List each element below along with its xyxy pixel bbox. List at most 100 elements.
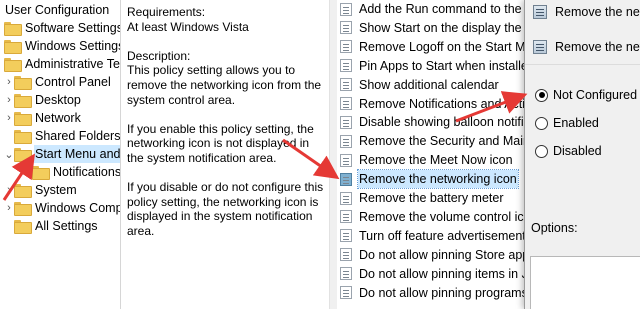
chevron-down-icon[interactable]: ⌄ xyxy=(4,145,14,163)
setting-row[interactable]: Pin Apps to Start when installed xyxy=(338,57,528,75)
setting-row[interactable]: Turn off feature advertisement balloon n… xyxy=(338,227,528,245)
tree-item-label: Notifications xyxy=(53,165,120,179)
tree-item-label: Control Panel xyxy=(35,75,111,89)
setting-row[interactable]: Do not allow pinning items in Jump Lists xyxy=(338,265,528,283)
setting-row[interactable]: Add the Run command to the Start Menu xyxy=(338,0,528,18)
tree-item[interactable]: › System xyxy=(4,181,120,199)
folder-icon xyxy=(14,220,32,234)
radio-not-configured[interactable]: Not Configured xyxy=(535,86,637,104)
tree-item-label: System xyxy=(35,183,77,197)
policy-setting-icon xyxy=(340,172,352,186)
dialog-title-bar: Remove the networking icon xyxy=(533,2,640,22)
options-panel xyxy=(530,256,640,309)
policy-icon xyxy=(533,5,547,19)
tree-item[interactable]: Notifications xyxy=(22,163,120,181)
chevron-right-icon[interactable]: › xyxy=(4,91,14,109)
tree-item[interactable]: All Settings xyxy=(4,217,120,235)
description-scrollbar[interactable] xyxy=(329,0,337,309)
folder-icon xyxy=(14,76,32,90)
setting-row[interactable]: Remove the Security and Maintenance icon xyxy=(338,132,528,150)
policy-setting-dialog: Remove the networking icon Remove the ne… xyxy=(524,0,640,309)
policy-setting-icon xyxy=(340,2,352,16)
tree-item[interactable]: › Network xyxy=(4,109,120,127)
policy-setting-icon xyxy=(340,267,352,281)
settings-list: Add the Run command to the Start Menu Sho… xyxy=(338,0,528,309)
folder-icon xyxy=(32,166,50,180)
tree-item-label: Windows Settings xyxy=(25,39,120,53)
tree-item-label: Network xyxy=(35,111,81,125)
folder-icon xyxy=(14,112,32,126)
chevron-right-icon[interactable]: › xyxy=(4,181,14,199)
setting-row[interactable]: Do not allow pinning programs to the Tas… xyxy=(338,284,528,302)
setting-label: Show additional calendar xyxy=(359,77,499,92)
folder-icon xyxy=(14,202,32,216)
requirements-value: At least Windows Vista xyxy=(127,19,249,34)
setting-label: Disable showing balloon notifications xyxy=(359,115,528,130)
setting-row[interactable]: Remove Notifications and Action Center xyxy=(338,95,528,113)
tree-item[interactable]: › Windows Components xyxy=(4,199,120,217)
disable-paragraph: If you disable or do not configure this … xyxy=(127,180,324,238)
policy-setting-icon xyxy=(340,248,352,262)
description-label: Description: xyxy=(127,48,191,63)
setting-row[interactable]: Remove Logoff on the Start Menu xyxy=(338,38,528,56)
tree-item[interactable]: Administrative Templates xyxy=(4,55,120,73)
setting-label: Remove the networking icon xyxy=(357,169,519,190)
tree-item-label: Shared Folders xyxy=(35,129,120,143)
setting-label: Turn off feature advertisement balloon n… xyxy=(359,228,528,243)
tree-item[interactable]: User Configuration xyxy=(0,1,120,19)
setting-row[interactable]: Remove the volume control icon xyxy=(338,208,528,226)
tree-item-label: Software Settings xyxy=(25,21,120,35)
tree-item[interactable]: Shared Folders xyxy=(4,127,120,145)
radio-button[interactable] xyxy=(535,144,548,158)
options-label: Options: xyxy=(531,221,578,235)
policy-icon xyxy=(533,40,547,54)
tree-item[interactable]: › Desktop xyxy=(4,91,120,109)
tree-item-label: Administrative Templates xyxy=(25,57,120,71)
setting-row[interactable]: Do not allow pinning Store app to the Ta… xyxy=(338,246,528,264)
folder-icon xyxy=(14,148,32,162)
setting-label: Remove Logoff on the Start Menu xyxy=(359,39,528,54)
chevron-right-icon[interactable]: › xyxy=(4,73,14,91)
policy-setting-icon xyxy=(340,21,352,35)
policy-setting-icon xyxy=(340,153,352,167)
tree-item-label: Desktop xyxy=(35,93,81,107)
dialog-header: Remove the networking icon xyxy=(533,36,640,58)
setting-label: Remove the volume control icon xyxy=(359,209,528,224)
radio-button[interactable] xyxy=(535,116,548,130)
radio-disabled[interactable]: Disabled xyxy=(535,142,602,160)
setting-label: Show Start on the display the user is us… xyxy=(359,20,528,35)
setting-label: Remove Notifications and Action Center xyxy=(359,96,528,111)
setting-label: Add the Run command to the Start Menu xyxy=(359,2,528,16)
chevron-right-icon[interactable]: › xyxy=(4,109,14,127)
pane-divider[interactable] xyxy=(120,0,121,309)
setting-label: Remove the battery meter xyxy=(359,191,504,205)
navigation-tree: User Configuration Software Settings Windo… xyxy=(0,0,120,309)
tree-item-label: User Configuration xyxy=(5,3,110,17)
setting-row[interactable]: Disable showing balloon notifications xyxy=(338,113,528,131)
setting-label: Do not allow pinning programs to the Tas… xyxy=(359,285,528,300)
setting-row[interactable]: Show additional calendar xyxy=(338,76,528,94)
policy-setting-icon xyxy=(340,78,352,92)
radio-enabled[interactable]: Enabled xyxy=(535,114,599,132)
requirements-label: Requirements: xyxy=(127,5,206,19)
dialog-title: Remove the networking icon xyxy=(555,5,640,19)
tree-item-label: Windows Components xyxy=(35,201,120,215)
tree-item-label: All Settings xyxy=(35,219,98,233)
chevron-right-icon[interactable]: › xyxy=(4,199,14,217)
tree-item[interactable]: ⌄ Start Menu and Taskbar xyxy=(4,145,120,163)
tree-item[interactable]: Software Settings xyxy=(4,19,120,37)
setting-row[interactable]: Remove the networking icon xyxy=(338,169,528,190)
policy-setting-icon xyxy=(340,134,352,148)
tree-item[interactable]: › Control Panel xyxy=(4,73,120,91)
dialog-header-text: Remove the networking icon xyxy=(555,40,640,54)
tree-item[interactable]: Windows Settings xyxy=(4,37,120,55)
setting-row[interactable]: Remove the battery meter xyxy=(338,189,528,207)
setting-row[interactable]: Show Start on the display the user is us… xyxy=(338,19,528,37)
folder-icon xyxy=(4,40,22,54)
policy-setting-icon xyxy=(340,40,352,54)
radio-button[interactable] xyxy=(535,88,548,102)
folder-icon xyxy=(14,94,32,108)
setting-row[interactable]: Remove the Meet Now icon xyxy=(338,151,528,169)
